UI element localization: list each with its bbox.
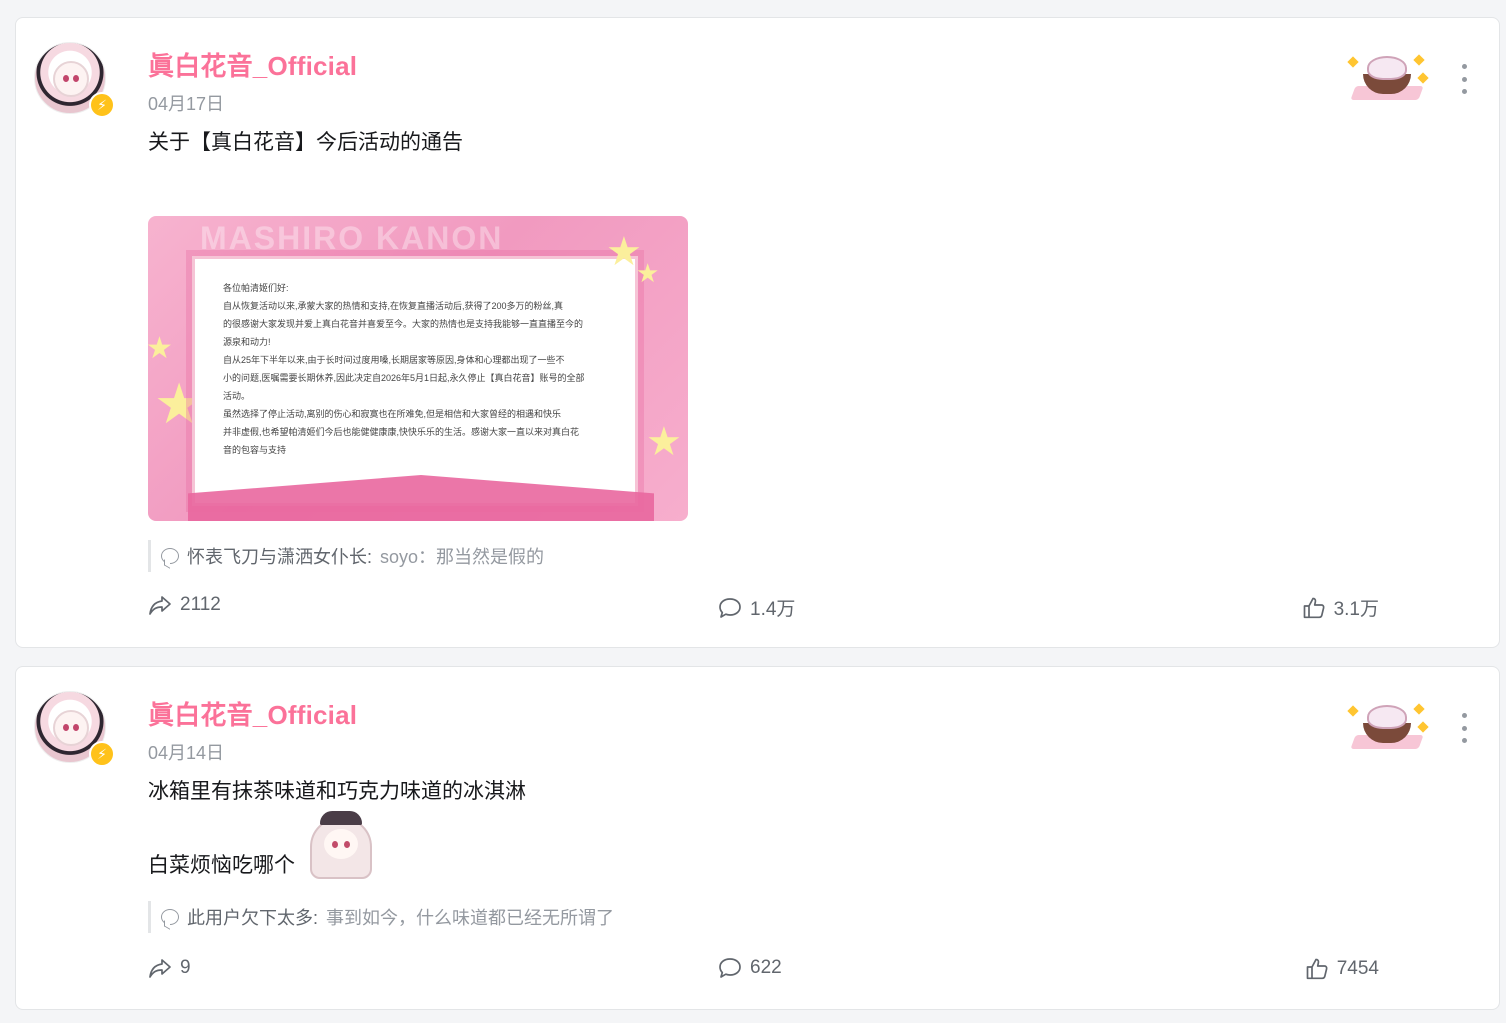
announcement-line: 源泉和动力! <box>223 337 271 347</box>
sparkle-icon <box>1347 56 1359 68</box>
star-icon: ★ <box>148 332 173 365</box>
like-icon <box>1303 597 1325 618</box>
announcement-line: 各位帕清姬们好: <box>223 283 289 293</box>
sticker-eye <box>344 841 350 848</box>
announcement-line: 活动。 <box>223 391 251 401</box>
comment-icon <box>719 597 741 618</box>
announcement-line: 小的问题,医嘱需要长期休养,因此决定自2026年5月1日起,永久停止【真白花音】… <box>223 373 585 383</box>
share-button[interactable]: 9 <box>148 957 191 979</box>
like-icon <box>1306 958 1328 980</box>
decoration-bun <box>1367 705 1407 729</box>
decoration-bun <box>1367 56 1407 80</box>
announcement-line: 自从25年下半年以来,由于长时间过度用嗓,长期居家等原因,身体和心理都出现了一些… <box>223 355 565 365</box>
comment-author[interactable]: 怀表飞刀与潇洒女仆长: <box>187 543 372 569</box>
avatar-face <box>53 710 89 746</box>
comment-button[interactable]: 622 <box>718 957 782 979</box>
sparkle-icon <box>1413 703 1425 715</box>
share-icon <box>149 959 171 978</box>
comment-text: soyo：那当然是假的 <box>380 547 545 567</box>
announcement-line: 音的包容与支持 <box>223 445 287 455</box>
comment-button[interactable]: 1.4万 <box>718 594 795 621</box>
avatar-eye <box>73 724 79 731</box>
comment-author[interactable]: 此用户欠下太多: <box>187 904 318 930</box>
like-count: 7454 <box>1336 958 1379 979</box>
announcement-paper: 各位帕清姬们好: 自从恢复活动以来,承蒙大家的热情和支持,在恢复直播活动后,获得… <box>192 256 638 506</box>
post-text: 关于【真白花音】今后活动的通告 <box>148 131 463 154</box>
avatar-eye <box>63 75 69 82</box>
share-count: 2112 <box>180 594 221 615</box>
share-button[interactable]: 2112 <box>148 594 221 616</box>
sticker-face <box>324 829 358 859</box>
comment-count: 622 <box>750 957 782 978</box>
post-date[interactable]: 04月17日 <box>148 90 224 116</box>
post-text: 白菜烦恼吃哪个 <box>148 854 295 877</box>
comment-preview[interactable]: 怀表飞刀与潇洒女仆长: soyo：那当然是假的 <box>148 540 544 572</box>
comment-count: 1.4万 <box>750 599 796 620</box>
more-icon[interactable] <box>1459 64 1469 94</box>
share-count: 9 <box>180 957 191 978</box>
like-count: 3.1万 <box>1333 599 1379 620</box>
comment-icon <box>719 958 741 978</box>
star-icon: ★ <box>646 420 682 464</box>
username[interactable]: 眞白花音_Official <box>148 695 357 732</box>
announcement-line: 的很感谢大家发现并爱上真白花音并喜爱至今。大家的热情也是支持我能够一直直播至今的 <box>223 319 584 329</box>
more-icon[interactable] <box>1459 713 1469 743</box>
sparkle-icon <box>1417 721 1429 733</box>
sticker-hat <box>320 811 362 825</box>
post-card: ⚡ 眞白花音_Official 04月17日 关于【真白花音】今后活动的通告 M… <box>15 17 1500 648</box>
like-button[interactable]: 3.1万 <box>1302 594 1379 621</box>
emoji-sticker <box>306 811 376 879</box>
post-text: 冰箱里有抹茶味道和巧克力味道的冰淇淋 <box>148 780 526 803</box>
sticker-eye <box>332 841 338 848</box>
comment-text: 事到如今，什么味道都已经无所谓了 <box>326 908 615 928</box>
lightning-icon: ⚡ <box>89 92 115 118</box>
avatar-eye <box>63 724 69 731</box>
avatar-face <box>53 61 89 97</box>
star-icon: ★ <box>636 258 660 288</box>
post-date[interactable]: 04月14日 <box>148 739 224 765</box>
sparkle-icon <box>1347 705 1359 717</box>
sparkle-icon <box>1417 72 1429 84</box>
speech-bubble-icon <box>161 548 179 564</box>
action-bar: 2112 1.4万 3.1万 <box>148 594 1379 624</box>
announcement-line: 并非虚假,也希望帕清姬们今后也能健健康康,快快乐乐的生活。感谢大家一直以来对真白… <box>223 427 580 437</box>
decoration-sticker <box>1347 48 1429 104</box>
comment-preview[interactable]: 此用户欠下太多: 事到如今，什么味道都已经无所谓了 <box>148 901 614 933</box>
share-icon <box>149 596 171 615</box>
announcement-line: 虽然选择了停止活动,离别的伤心和寂寞也在所难免,但是相信和大家曾经的相遇和快乐 <box>223 409 562 419</box>
like-button[interactable]: 7454 <box>1305 957 1379 981</box>
avatar-eye <box>73 75 79 82</box>
lightning-icon: ⚡ <box>89 741 115 767</box>
image-brand: MASHIRO KANON <box>200 220 504 256</box>
speech-bubble-icon <box>161 909 179 925</box>
action-bar: 9 622 7454 <box>148 957 1379 987</box>
decoration-sticker <box>1347 697 1429 753</box>
sparkle-icon <box>1413 54 1425 66</box>
announcement-line: 自从恢复活动以来,承蒙大家的热情和支持,在恢复直播活动后,获得了200多万的粉丝… <box>223 301 564 311</box>
post-image[interactable]: MASHIRO KANON ★ ★ ★ 各位帕清姬们好: 自从恢复活动以来,承蒙… <box>148 216 688 521</box>
post-card: ⚡ 眞白花音_Official 04月14日 冰箱里有抹茶味道和巧克力味道的冰淇… <box>15 666 1500 1010</box>
username[interactable]: 眞白花音_Official <box>148 46 357 83</box>
